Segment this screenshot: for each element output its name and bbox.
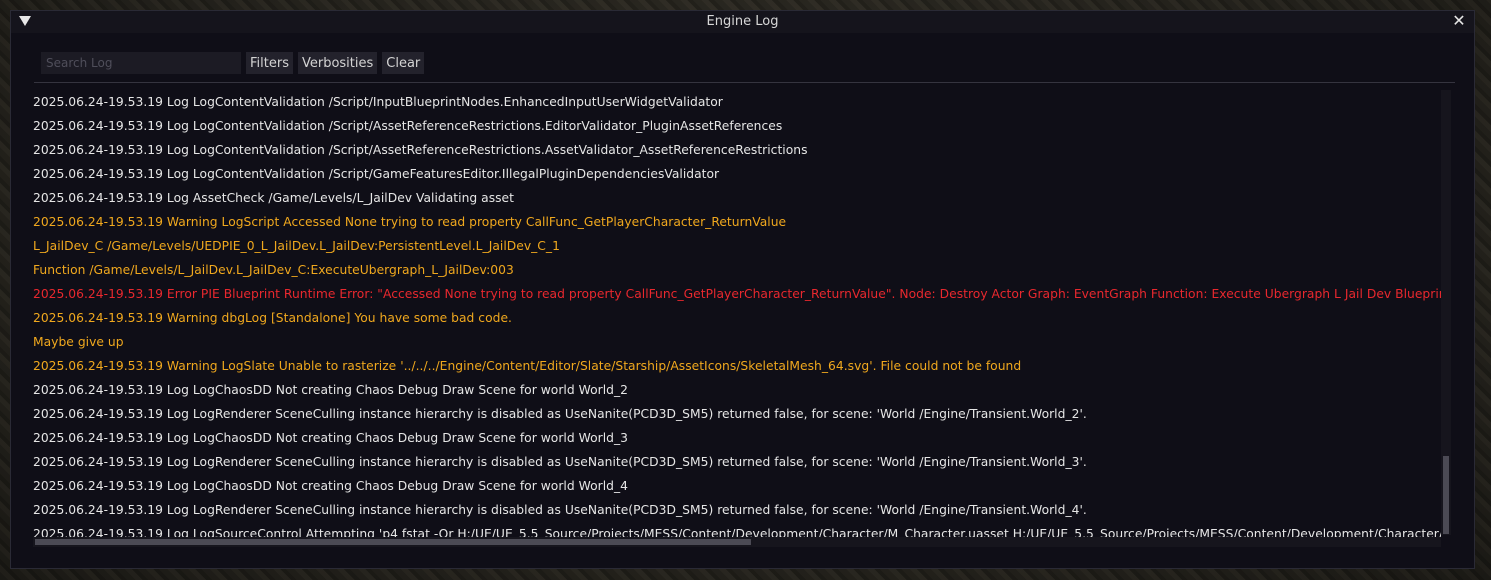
close-icon[interactable]: ✕: [1450, 12, 1468, 30]
log-line: 2025.06.24-19.53.19 Warning LogScript Ac…: [33, 215, 787, 229]
log-line: Maybe give up: [33, 335, 124, 349]
log-line: 2025.06.24-19.53.19 Log LogRenderer Scen…: [33, 455, 1087, 469]
log-line: 2025.06.24-19.53.19 Log LogContentValida…: [33, 143, 808, 157]
log-line: 2025.06.24-19.53.19 Log LogSourceControl…: [33, 527, 1441, 538]
log-line: 2025.06.24-19.53.19 Log LogChaosDD Not c…: [33, 431, 628, 445]
log-line: 2025.06.24-19.53.19 Error PIE Blueprint …: [33, 287, 1441, 301]
horizontal-scrollbar[interactable]: [33, 537, 1441, 547]
log-line: 2025.06.24-19.53.19 Log LogRenderer Scen…: [33, 407, 1087, 421]
title-bar[interactable]: Engine Log ✕: [11, 11, 1474, 33]
log-line: 2025.06.24-19.53.19 Log LogContentValida…: [33, 119, 783, 133]
log-line: 2025.06.24-19.53.19 Log LogContentValida…: [33, 167, 720, 181]
log-line: 2025.06.24-19.53.19 Warning dbgLog [Stan…: [33, 311, 512, 325]
window-title: Engine Log: [706, 14, 779, 29]
log-line: 2025.06.24-19.53.19 Log LogChaosDD Not c…: [33, 383, 628, 397]
log-line: 2025.06.24-19.53.19 Log LogContentValida…: [33, 95, 723, 109]
horizontal-scroll-thumb[interactable]: [35, 539, 751, 545]
search-log-input[interactable]: [41, 52, 241, 74]
vertical-scroll-thumb[interactable]: [1443, 456, 1449, 534]
log-line: 2025.06.24-19.53.19 Warning LogSlate Una…: [33, 359, 1022, 373]
log-toolbar: Filters Verbosities Clear: [41, 52, 425, 76]
log-line: 2025.06.24-19.53.19 Log LogChaosDD Not c…: [33, 479, 628, 493]
log-line: L_JailDev_C /Game/Levels/UEDPIE_0_L_Jail…: [33, 239, 560, 253]
engine-log-window: Engine Log ✕ Filters Verbosities Clear 2…: [10, 10, 1475, 569]
filters-button[interactable]: Filters: [246, 52, 293, 74]
log-line: 2025.06.24-19.53.19 Log AssetCheck /Game…: [33, 191, 514, 205]
clear-button[interactable]: Clear: [382, 52, 425, 74]
log-line: 2025.06.24-19.53.19 Log LogRenderer Scen…: [33, 503, 1087, 517]
log-line: Function /Game/Levels/L_JailDev.L_JailDe…: [33, 263, 514, 277]
log-output[interactable]: 2025.06.24-19.53.19 Log LogContentValida…: [33, 90, 1441, 538]
toolbar-divider: [34, 82, 1455, 83]
verbosities-button[interactable]: Verbosities: [297, 52, 378, 74]
vertical-scrollbar[interactable]: [1441, 90, 1451, 535]
